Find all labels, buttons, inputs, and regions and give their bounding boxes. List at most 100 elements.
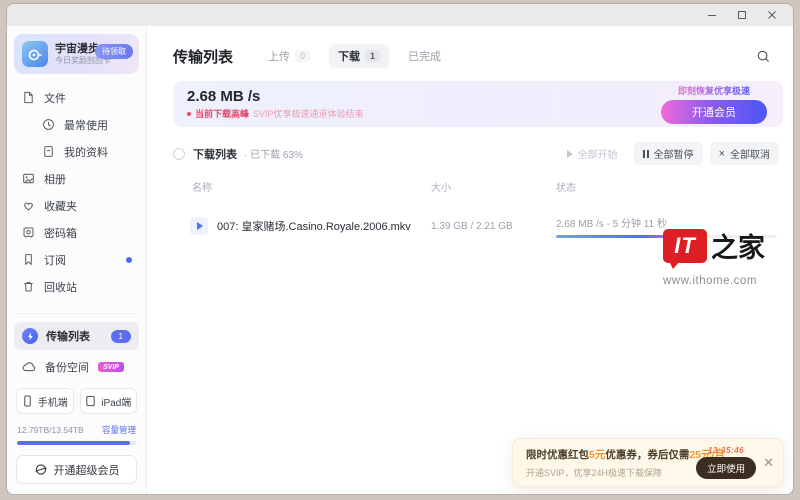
heart-icon [21,199,35,213]
cancel-all-button[interactable]: × 全部取消 [710,142,779,165]
tablet-icon [85,395,96,407]
cancel-icon: × [719,150,725,158]
safe-icon [21,226,35,240]
avatar [22,41,48,67]
notification-dot [126,257,132,263]
sidebar-item-my-docs[interactable]: 我的资料 [7,138,146,165]
sidebar-item-recycle-bin[interactable]: 回收站 [7,273,146,300]
phone-app-button[interactable]: 手机端 [16,388,74,414]
notebook-icon [41,145,55,159]
tab-completed[interactable]: 已完成 [399,44,450,68]
resume-button[interactable] [190,217,208,235]
cloud-icon [22,360,36,374]
storage-usage: 12.79TB/13.54TB [17,425,84,435]
table-header: 名称 大小 状态 [173,179,783,194]
sidebar-item-label: 备份空间 [45,359,89,375]
tabs: 上传 0 下载 1 已完成 [259,44,450,68]
logo-text: IT [674,233,696,259]
toast-close-icon[interactable]: ✕ [763,457,774,469]
open-vip-button[interactable]: 开通会员 [661,100,767,124]
close-icon [767,10,777,20]
sidebar-item-label: 相册 [44,171,66,187]
tab-upload[interactable]: 上传 0 [259,44,319,68]
search-icon [756,49,771,64]
upgrade-label: 开通超级会员 [54,462,120,478]
file-icon [21,91,35,105]
sidebar-item-subscriptions[interactable]: 订阅 [7,246,146,273]
sidebar-item-backup-space[interactable]: 备份空间 SVIP [14,354,139,380]
ithome-logo: IT [663,229,707,263]
transfer-count-badge: 1 [111,330,131,343]
column-size: 大小 [431,179,556,194]
clock-icon [41,118,55,132]
storage-progress-track [17,441,136,445]
sidebar-item-recent[interactable]: 最常使用 [7,111,146,138]
start-all-button[interactable]: 全部开始 [558,142,627,165]
column-name: 名称 [173,179,431,194]
photo-icon [21,172,35,186]
action-label: 全部暂停 [654,146,694,161]
sidebar-divider [17,313,136,314]
tab-label: 下载 [338,48,360,64]
list-progress-text: · 已下载 63% [244,146,303,161]
sidebar-item-files[interactable]: 文件 [7,84,146,111]
sidebar-item-transfer-list[interactable]: 传输列表 1 [14,322,139,350]
lightning-icon [22,328,38,344]
upgrade-vip-button[interactable]: 开通超级会员 [16,455,137,484]
phone-icon [22,395,33,407]
maximize-button[interactable] [729,6,755,24]
search-button[interactable] [756,49,771,64]
sidebar-menu: 文件 最常使用 我的资料 [7,84,146,300]
play-icon [197,222,203,230]
storage-progress-fill [17,441,130,445]
use-now-button[interactable]: 立即使用 [696,457,756,479]
file-size: 1.39 GB / 2.21 GB [431,221,556,232]
pause-all-button[interactable]: 全部暂停 [634,142,703,165]
tab-count: 0 [295,50,310,62]
watermark-url: www.ithome.com [663,275,779,287]
main-content: 传输列表 上传 0 下载 1 已完成 [147,26,793,494]
sidebar-item-label: 订阅 [44,252,66,268]
minimize-button[interactable] [699,6,725,24]
peak-alert-detail: SVIP优享极速通道体验结束 [253,107,364,120]
tab-download[interactable]: 下载 1 [329,44,389,68]
promo-text: 即刻恢复优享极速 [678,84,750,97]
play-icon [567,150,573,158]
list-title: 下载列表 [193,146,237,162]
promo-toast: 限时优惠红包5元优惠券，券后仅需25元/月 开通SVIP，优享24H极速下载保障… [512,438,784,487]
minimize-icon [707,10,717,20]
select-all-checkbox[interactable] [173,148,185,160]
storage-manage-link[interactable]: 容量管理 [102,424,136,436]
claim-badge[interactable]: 待领取 [95,44,133,59]
download-speed: 2.68 MB /s [187,88,364,105]
vip-icon [34,463,48,476]
sidebar-item-label: 文件 [44,90,66,106]
sidebar-item-label: 回收站 [44,279,77,295]
sidebar-item-favorites[interactable]: 收藏夹 [7,192,146,219]
ipad-app-button[interactable]: iPad端 [80,388,138,414]
sidebar: 宇宙漫步 今日奖励刮刮卡 待领取 文件 最常使用 [7,26,147,494]
action-label: 全部取消 [730,146,770,161]
list-controls: 下载列表 · 已下载 63% 全部开始 全部暂停 × 全部取消 [173,142,783,165]
toast-text-segment: 优惠券，券后仅需 [605,449,689,461]
storage-section: 12.79TB/13.54TB 容量管理 [17,424,136,445]
logo-suffix: 之家 [711,226,765,265]
close-button[interactable] [759,6,785,24]
trash-icon [21,280,35,294]
sidebar-item-label: 密码箱 [44,225,77,241]
page-title: 传输列表 [173,46,233,67]
maximize-icon [737,10,747,20]
download-progress-fill [556,235,680,238]
sidebar-item-albums[interactable]: 相册 [7,165,146,192]
sidebar-item-password-box[interactable]: 密码箱 [7,219,146,246]
tab-label: 已完成 [408,48,441,64]
pause-icon [643,150,649,158]
toast-coupon-amount: 5元 [589,449,605,461]
toast-headline: 限时优惠红包5元优惠券，券后仅需25元/月 [526,447,692,462]
sidebar-item-label: 传输列表 [46,328,90,344]
profile-card[interactable]: 宇宙漫步 今日奖励刮刮卡 待领取 [14,34,139,74]
sidebar-item-label: 最常使用 [64,117,108,133]
tab-label: 上传 [268,48,290,64]
svip-badge: SVIP [98,362,124,372]
sidebar-item-label: 收藏夹 [44,198,77,214]
